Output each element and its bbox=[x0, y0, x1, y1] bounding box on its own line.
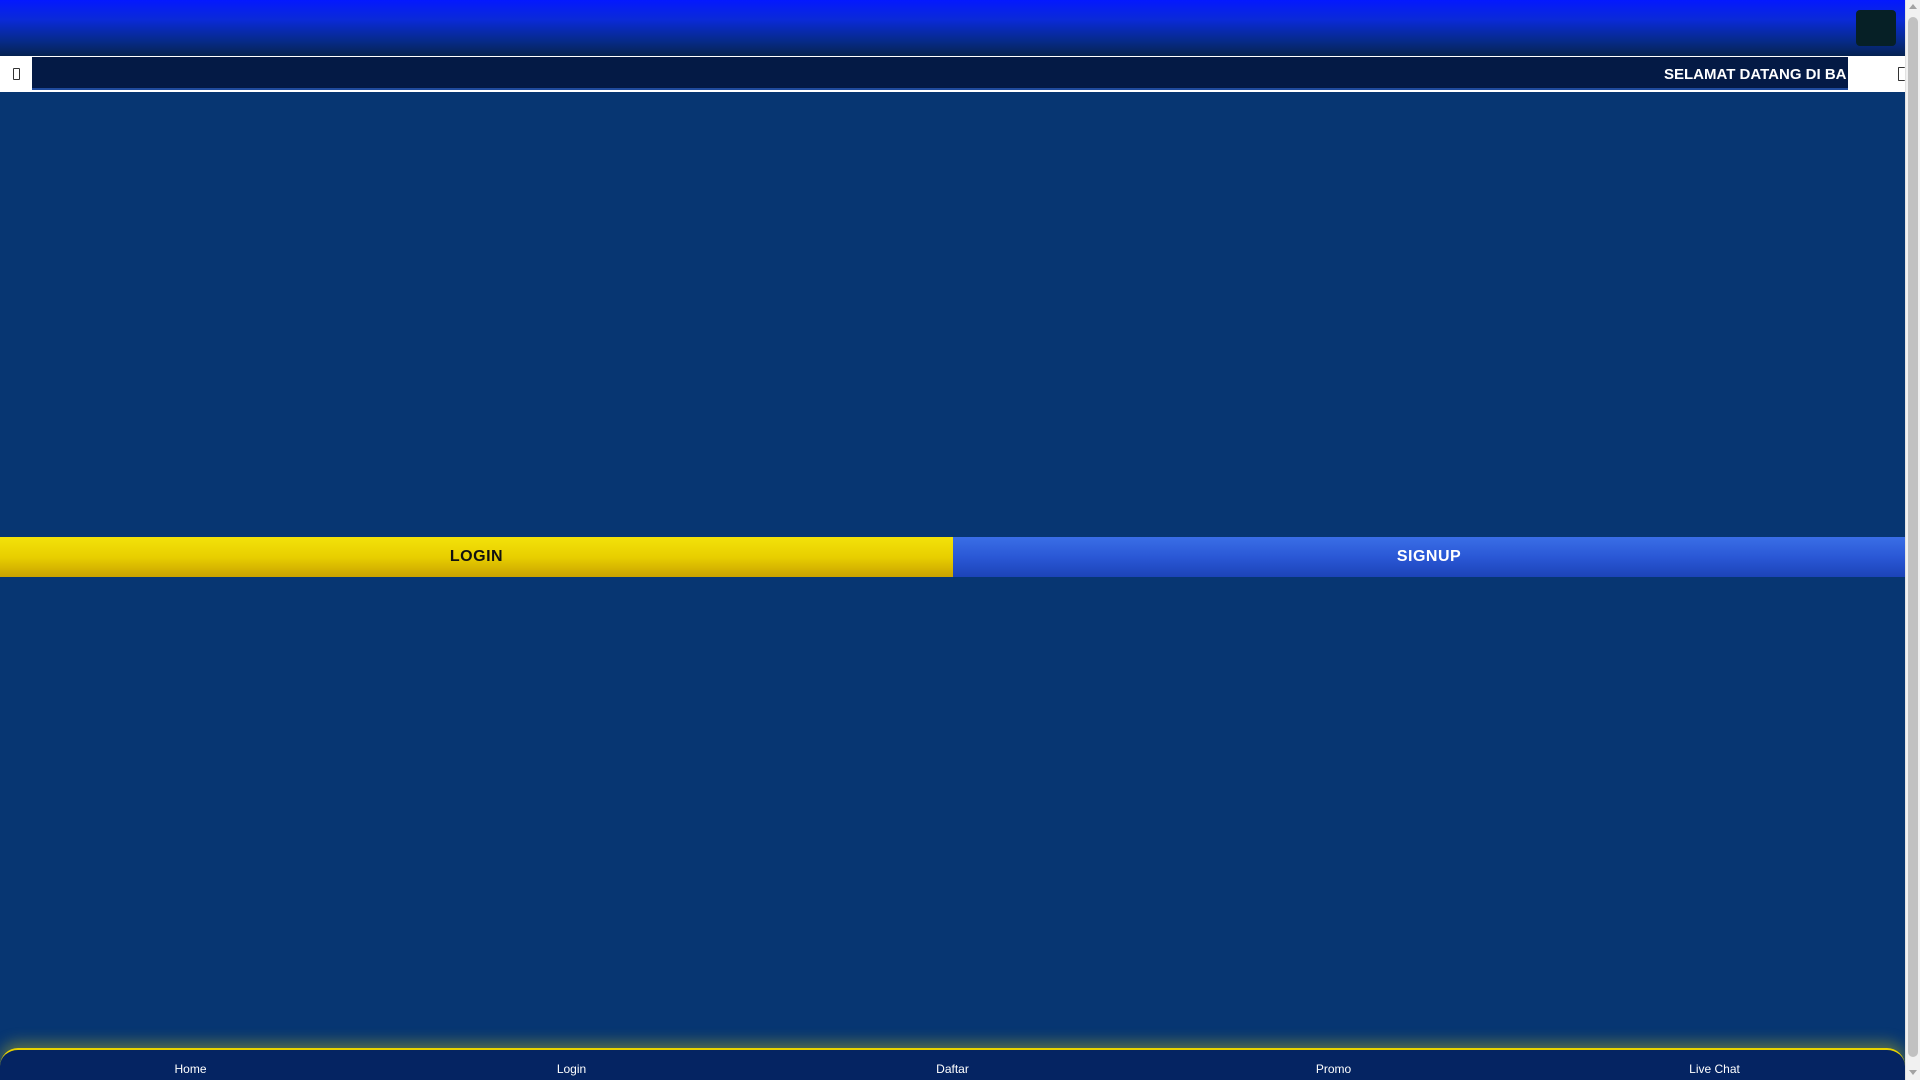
nav-item-label: Live Chat bbox=[1689, 1062, 1740, 1076]
auth-buttons: LOGIN SIGNUP bbox=[0, 537, 1905, 577]
scroll-down-icon[interactable] bbox=[1909, 1070, 1917, 1075]
page-scrollbar[interactable] bbox=[1905, 0, 1920, 1080]
announcement-text: SELAMAT DATANG DI BA bbox=[1664, 66, 1847, 83]
menu-button[interactable] bbox=[1856, 10, 1896, 46]
announcement-end-icon bbox=[1848, 56, 1905, 92]
nav-item-login[interactable]: Login bbox=[381, 1050, 762, 1080]
bottom-nav: Home Login Daftar Promo Live Chat bbox=[0, 1048, 1905, 1080]
nav-item-label: Home bbox=[174, 1062, 207, 1076]
site-header bbox=[0, 0, 1905, 56]
announcement-bar: SELAMAT DATANG DI BA bbox=[0, 56, 1905, 92]
signup-button[interactable]: SIGNUP bbox=[953, 537, 1905, 577]
scroll-up-icon[interactable] bbox=[1909, 4, 1917, 9]
nav-item-live-chat[interactable]: Live Chat bbox=[1524, 1050, 1905, 1080]
nav-item-daftar[interactable]: Daftar bbox=[762, 1050, 1143, 1080]
nav-item-label: Daftar bbox=[936, 1062, 969, 1076]
login-button[interactable]: LOGIN bbox=[0, 537, 953, 577]
nav-item-label: Login bbox=[556, 1062, 587, 1076]
scroll-thumb[interactable] bbox=[1908, 17, 1918, 1057]
page: SELAMAT DATANG DI BA LOGIN SIGNUP Home L… bbox=[0, 0, 1905, 1080]
announcement-icon bbox=[0, 56, 32, 92]
nav-item-label: Promo bbox=[1315, 1062, 1352, 1076]
nav-item-promo[interactable]: Promo bbox=[1143, 1050, 1524, 1080]
nav-item-home[interactable]: Home bbox=[0, 1050, 381, 1080]
announcement-marquee: SELAMAT DATANG DI BA bbox=[32, 57, 1848, 90]
